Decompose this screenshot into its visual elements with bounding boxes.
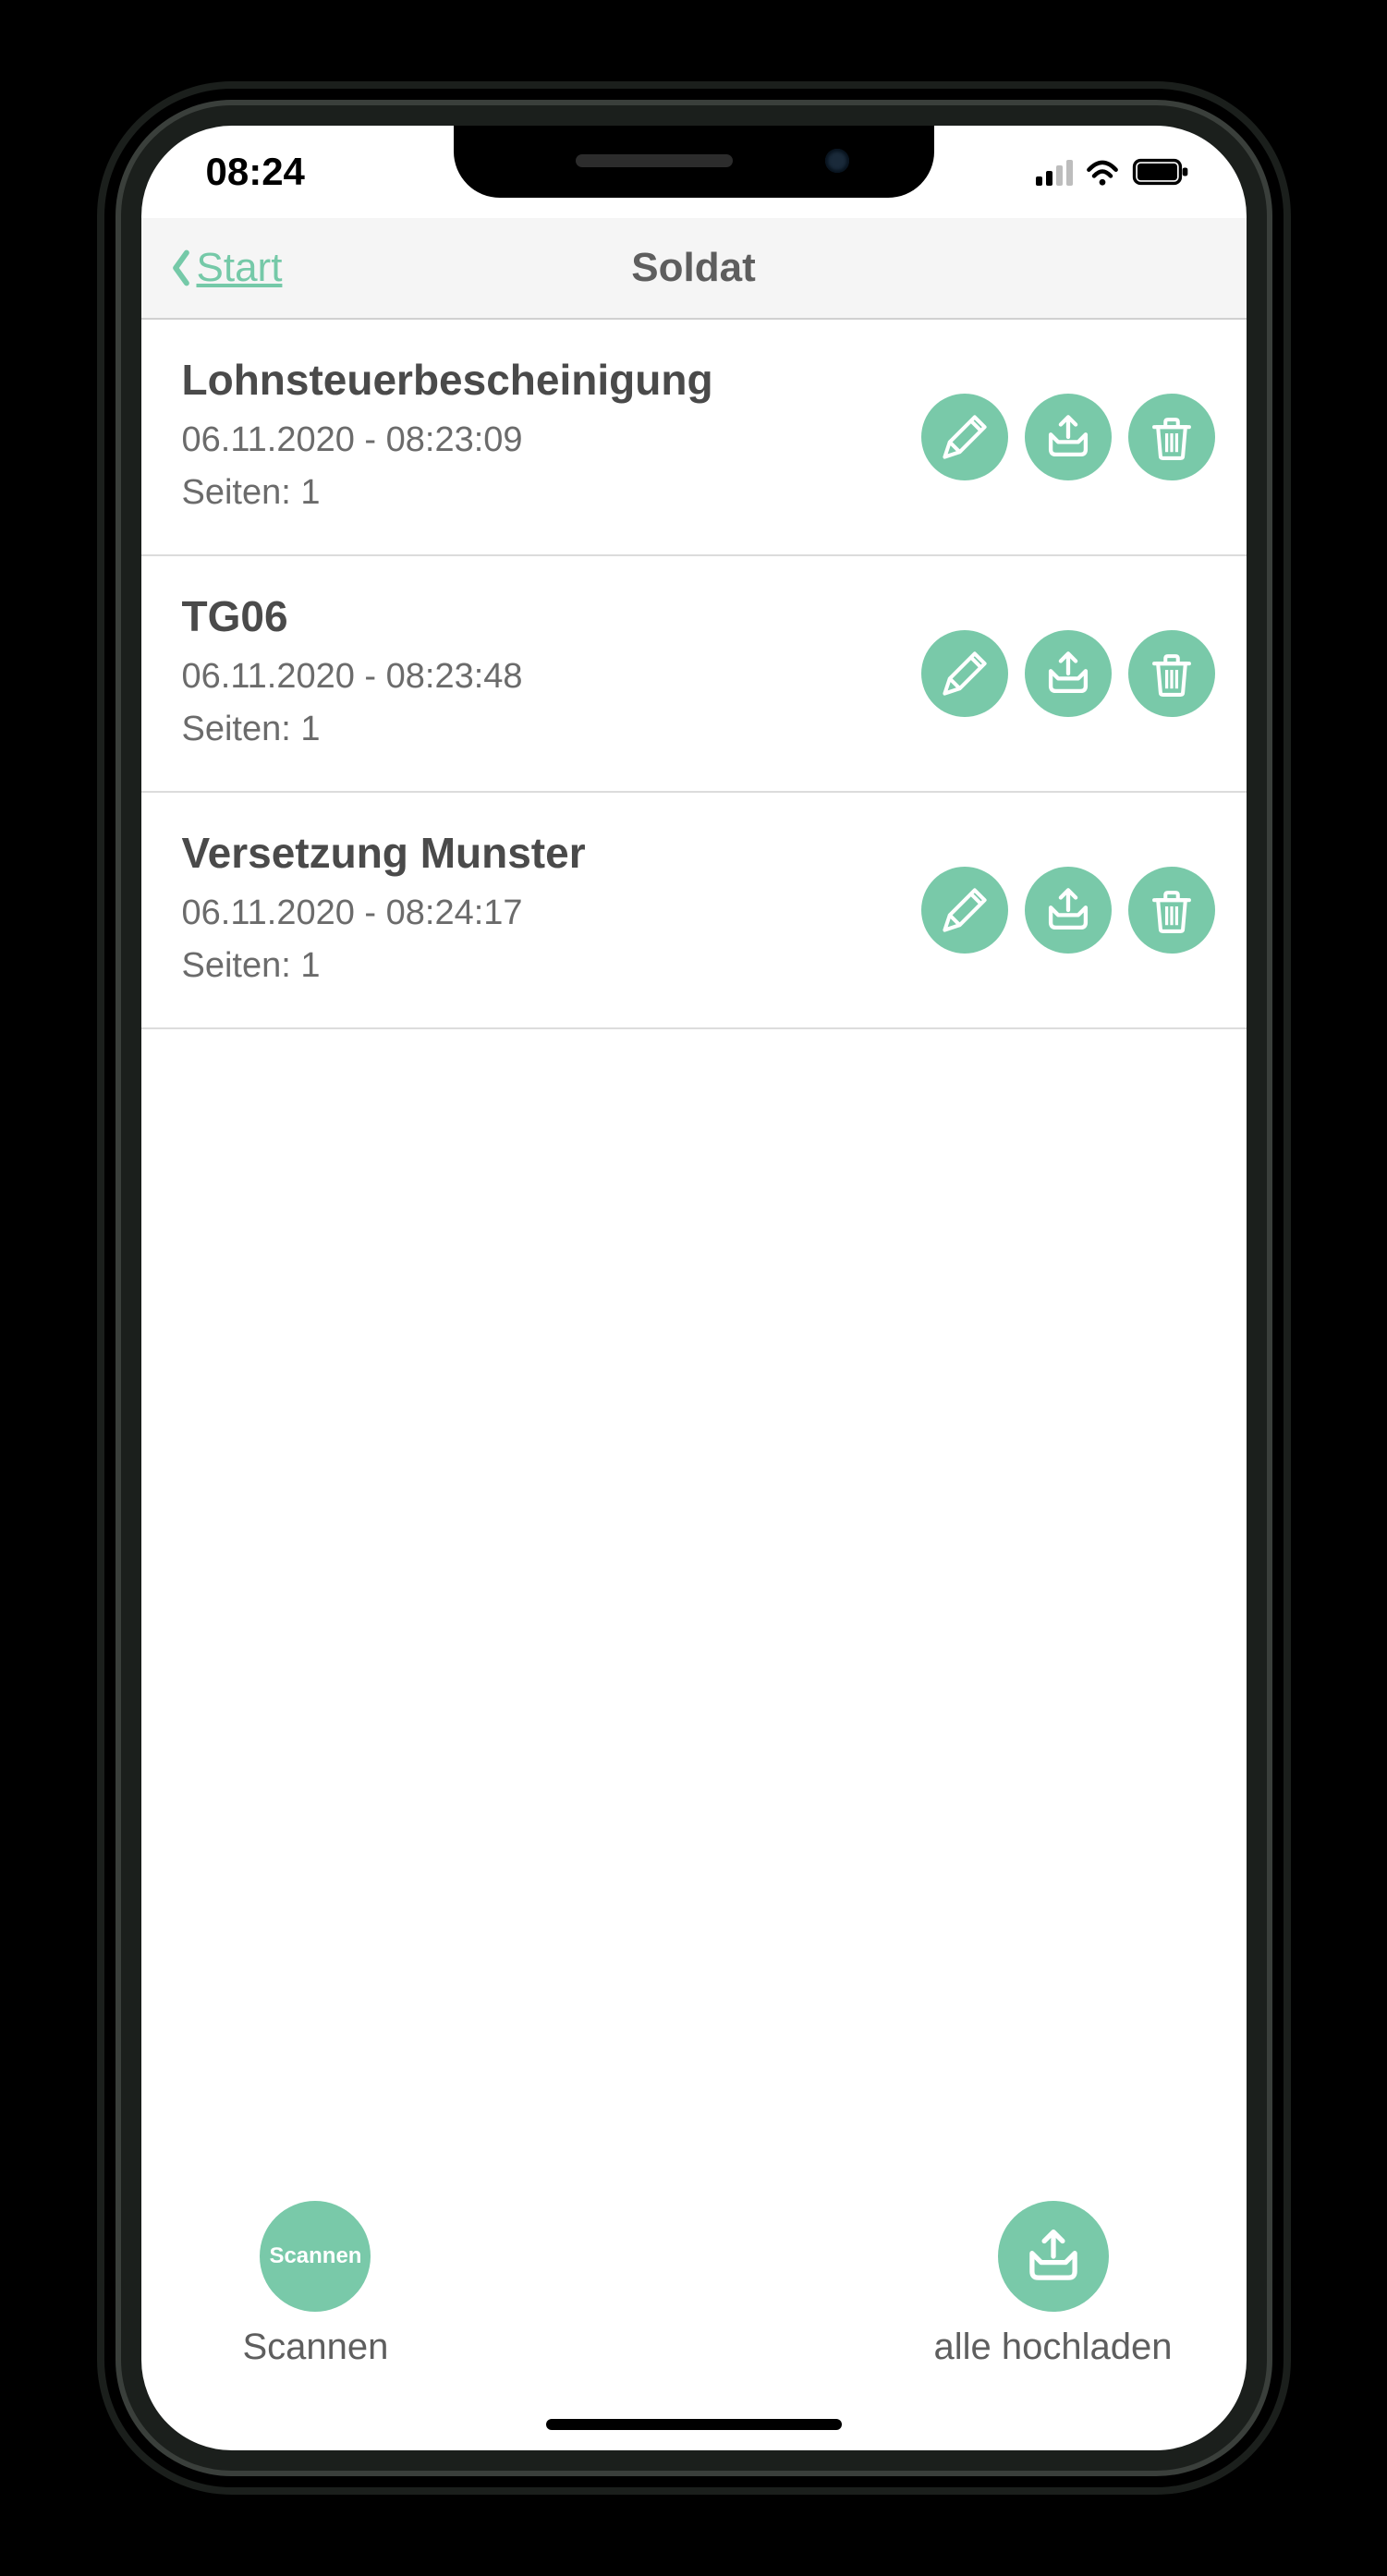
pencil-icon [940,412,990,462]
page-title: Soldat [631,245,755,291]
upload-all-caption: alle hochladen [934,2327,1173,2368]
edit-button[interactable] [921,630,1008,717]
pages-prefix: Seiten: [182,473,301,512]
cellular-signal-icon [1036,158,1073,186]
trash-icon [1147,885,1197,935]
delete-button[interactable] [1128,394,1215,480]
document-timestamp: 06.11.2020 - 08:23:09 [182,414,921,467]
document-timestamp: 06.11.2020 - 08:24:17 [182,887,921,940]
upload-icon [1023,2226,1084,2287]
front-camera [825,149,849,173]
trash-icon [1147,412,1197,462]
document-list[interactable]: Lohnsteuerbescheinigung 06.11.2020 - 08:… [141,320,1247,2173]
document-row[interactable]: Versetzung Munster 06.11.2020 - 08:24:17… [141,793,1247,1029]
delete-button[interactable] [1128,630,1215,717]
speaker-slit [576,154,733,167]
pages-prefix: Seiten: [182,946,301,985]
footer-toolbar: Scannen Scannen alle hochladen [141,2173,1247,2450]
document-timestamp: 06.11.2020 - 08:23:48 [182,650,921,703]
battery-icon [1132,156,1191,188]
document-title: Lohnsteuerbescheinigung [182,355,921,405]
trash-icon [1147,649,1197,699]
delete-button[interactable] [1128,867,1215,954]
edit-button[interactable] [921,867,1008,954]
scan-button[interactable]: Scannen [260,2201,371,2312]
pencil-icon [940,885,990,935]
pages-prefix: Seiten: [182,710,301,748]
upload-button[interactable] [1025,867,1112,954]
chevron-left-icon [169,249,193,286]
document-pages: Seiten: 1 [182,703,921,756]
back-button[interactable]: Start [169,245,283,291]
status-time: 08:24 [206,150,305,194]
scan-caption: Scannen [243,2327,389,2368]
phone-frame: 08:24 Start Soldat Lohnsteuerbescheinigu… [121,105,1267,2471]
upload-icon [1043,412,1093,462]
pages-count: 1 [300,710,320,748]
document-pages: Seiten: 1 [182,940,921,992]
pencil-icon [940,649,990,699]
document-row[interactable]: Lohnsteuerbescheinigung 06.11.2020 - 08:… [141,320,1247,556]
document-row[interactable]: TG06 06.11.2020 - 08:23:48 Seiten: 1 [141,556,1247,793]
device-notch [454,124,934,198]
nav-bar: Start Soldat [141,218,1247,320]
document-title: Versetzung Munster [182,828,921,878]
document-title: TG06 [182,591,921,641]
pages-count: 1 [300,946,320,985]
wifi-icon [1086,157,1119,187]
back-label: Start [197,245,283,291]
document-pages: Seiten: 1 [182,467,921,519]
edit-button[interactable] [921,394,1008,480]
upload-button[interactable] [1025,394,1112,480]
home-indicator[interactable] [546,2419,842,2430]
upload-icon [1043,649,1093,699]
pages-count: 1 [300,473,320,512]
upload-icon [1043,885,1093,935]
upload-button[interactable] [1025,630,1112,717]
upload-all-button[interactable] [998,2201,1109,2312]
